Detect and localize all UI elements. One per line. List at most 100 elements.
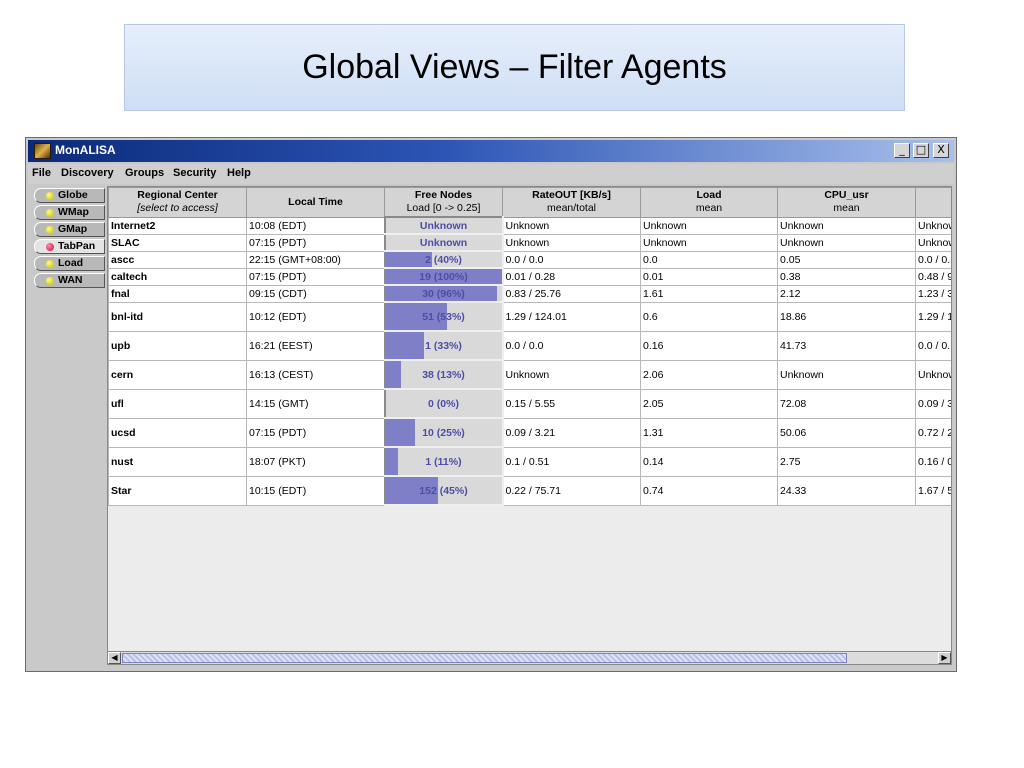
rateout-cell: 0.0 / 0.0 [502, 330, 641, 361]
scrollbar-thumb[interactable] [122, 653, 847, 663]
load-cell: 0.0 [640, 250, 778, 269]
regional-centers-table: Regional Center [select to access] Local … [107, 186, 952, 654]
region-name-cell[interactable]: Internet2 [108, 216, 247, 235]
cpu-usr-cell: 72.08 [777, 388, 916, 419]
table-row[interactable]: ufl 14:15 (GMT) 0 (0%) 0.15 / 5.55 2.05 72.08… [108, 388, 951, 419]
free-nodes-label: 1 (11%) [425, 455, 462, 468]
local-time-cell: 10:08 (EDT) [246, 216, 385, 235]
status-dot-icon [46, 226, 54, 234]
region-name-cell[interactable]: Star [108, 475, 247, 506]
column-header-local-time[interactable]: Local Time [246, 187, 385, 218]
free-nodes-cell: 38 (13%) [383, 359, 504, 390]
tab-wan[interactable]: WAN [34, 273, 105, 288]
region-name-cell[interactable]: caltech [108, 267, 247, 286]
close-button[interactable]: X [933, 143, 949, 158]
tab-globe[interactable]: Globe [34, 188, 105, 203]
load-cell: 1.31 [640, 417, 778, 448]
table-row[interactable]: SLAC 07:15 (PDT) Unknown Unknown Unknown Unkn… [108, 233, 951, 252]
region-name-cell[interactable]: ucsd [108, 417, 247, 448]
column-header-truncated[interactable]: Fr [915, 187, 951, 218]
tab-wmap[interactable]: WMap [34, 205, 105, 220]
truncated-cell: Unknown [915, 216, 951, 235]
free-nodes-label: 38 (13%) [422, 368, 465, 381]
menu-file[interactable]: File [32, 167, 51, 179]
free-nodes-cell: 30 (96%) [383, 284, 504, 303]
region-name-cell[interactable]: bnl-itd [108, 301, 247, 332]
cpu-usr-cell: 18.86 [777, 301, 916, 332]
table-row[interactable]: ascc 22:15 (GMT+08:00) 2 (40%) 0.0 / 0.0 0.0… [108, 250, 951, 269]
table-row[interactable]: Internet2 10:08 (EDT) Unknown Unknown Unknow… [108, 216, 951, 235]
table-row[interactable]: cern 16:13 (CEST) 38 (13%) Unknown 2.06 Unkno… [108, 359, 951, 390]
local-time-cell: 07:15 (PDT) [246, 233, 385, 252]
table-row[interactable]: fnal 09:15 (CDT) 30 (96%) 0.83 / 25.76 1.61 2… [108, 284, 951, 303]
rateout-cell: 0.15 / 5.55 [502, 388, 641, 419]
scroll-left-arrow-icon[interactable]: ◀ [108, 652, 121, 664]
menu-discovery[interactable]: Discovery [61, 167, 114, 179]
region-name-cell[interactable]: upb [108, 330, 247, 361]
region-name-cell[interactable]: ufl [108, 388, 247, 419]
region-name-cell[interactable]: ascc [108, 250, 247, 269]
rateout-cell: Unknown [502, 359, 641, 390]
cpu-usr-cell: 2.75 [777, 446, 916, 477]
free-nodes-cell: 19 (100%) [383, 267, 504, 286]
load-cell: 2.06 [640, 359, 778, 390]
tab-load[interactable]: Load [34, 256, 105, 271]
local-time-cell: 16:13 (CEST) [246, 359, 385, 390]
table-row[interactable]: nust 18:07 (PKT) 1 (11%) 0.1 / 0.51 0.14 2.75… [108, 446, 951, 477]
free-nodes-cell: 1 (11%) [383, 446, 504, 477]
cpu-usr-cell: Unknown [777, 233, 916, 252]
region-name-cell[interactable]: nust [108, 446, 247, 477]
free-nodes-cell: 51 (53%) [383, 301, 504, 332]
table-row[interactable]: ucsd 07:15 (PDT) 10 (25%) 0.09 / 3.21 1.31 50… [108, 417, 951, 448]
column-header-cpu-usr[interactable]: CPU_usr mean [777, 187, 916, 218]
tab-gmap[interactable]: GMap [34, 222, 105, 237]
free-nodes-label: 10 (25%) [422, 426, 465, 439]
column-header-load[interactable]: Load mean [640, 187, 778, 218]
status-dot-icon [46, 209, 54, 217]
cpu-usr-cell: Unknown [777, 216, 916, 235]
column-header-free-nodes[interactable]: Free Nodes Load [0 -> 0.25] [384, 187, 503, 218]
table-row[interactable]: upb 16:21 (EEST) 1 (33%) 0.0 / 0.0 0.16 41.73… [108, 330, 951, 361]
status-dot-icon [46, 277, 54, 285]
free-nodes-label: 0 (0%) [428, 397, 459, 410]
tab-tabpan[interactable]: TabPan [34, 239, 105, 254]
tab-label: TabPan [58, 240, 96, 252]
column-header-rateout[interactable]: RateOUT [KB/s] mean/total [502, 187, 641, 218]
region-name-cell[interactable]: SLAC [108, 233, 247, 252]
load-cell: Unknown [640, 233, 778, 252]
free-nodes-label: 1 (33%) [425, 339, 462, 352]
table-row[interactable]: caltech 07:15 (PDT) 19 (100%) 0.01 / 0.28 0.… [108, 267, 951, 286]
column-header-regional-center[interactable]: Regional Center [select to access] [108, 187, 247, 218]
local-time-cell: 16:21 (EEST) [246, 330, 385, 361]
truncated-cell: 0.48 / 9 [915, 267, 951, 286]
menu-groups[interactable]: Groups [125, 167, 164, 179]
cpu-usr-cell: 24.33 [777, 475, 916, 506]
minimize-button[interactable]: _ [894, 143, 910, 158]
table-row[interactable]: Star 10:15 (EDT) 152 (45%) 0.22 / 75.71 0.74… [108, 475, 951, 506]
rateout-cell: 0.1 / 0.51 [502, 446, 641, 477]
menu-security[interactable]: Security [173, 167, 216, 179]
tab-label: WAN [58, 274, 83, 286]
free-nodes-cell: 2 (40%) [383, 250, 504, 269]
tab-label: Load [58, 257, 84, 269]
scroll-right-arrow-icon[interactable]: ▶ [938, 652, 951, 664]
window-title: MonALISA [55, 143, 116, 157]
menu-help[interactable]: Help [227, 167, 251, 179]
table-row[interactable]: bnl-itd 10:12 (EDT) 51 (53%) 1.29 / 124.01 0… [108, 301, 951, 332]
rateout-cell: 0.0 / 0.0 [502, 250, 641, 269]
load-cell: 0.16 [640, 330, 778, 361]
truncated-cell: 1.67 / 5 [915, 475, 951, 506]
maximize-button[interactable]: □ [913, 143, 929, 158]
free-nodes-cell: Unknown [383, 233, 504, 252]
rateout-cell: 1.29 / 124.01 [502, 301, 641, 332]
window-titlebar[interactable]: MonALISA _ □ X [28, 140, 954, 162]
cpu-usr-cell: 50.06 [777, 417, 916, 448]
monalisa-app-icon [34, 143, 51, 159]
free-nodes-cell: 0 (0%) [383, 388, 504, 419]
region-name-cell[interactable]: fnal [108, 284, 247, 303]
truncated-cell: 0.0 / 0. [915, 330, 951, 361]
horizontal-scrollbar[interactable]: ◀ ▶ [107, 651, 952, 665]
region-name-cell[interactable]: cern [108, 359, 247, 390]
load-cell: 0.14 [640, 446, 778, 477]
rateout-cell: 0.22 / 75.71 [502, 475, 641, 506]
